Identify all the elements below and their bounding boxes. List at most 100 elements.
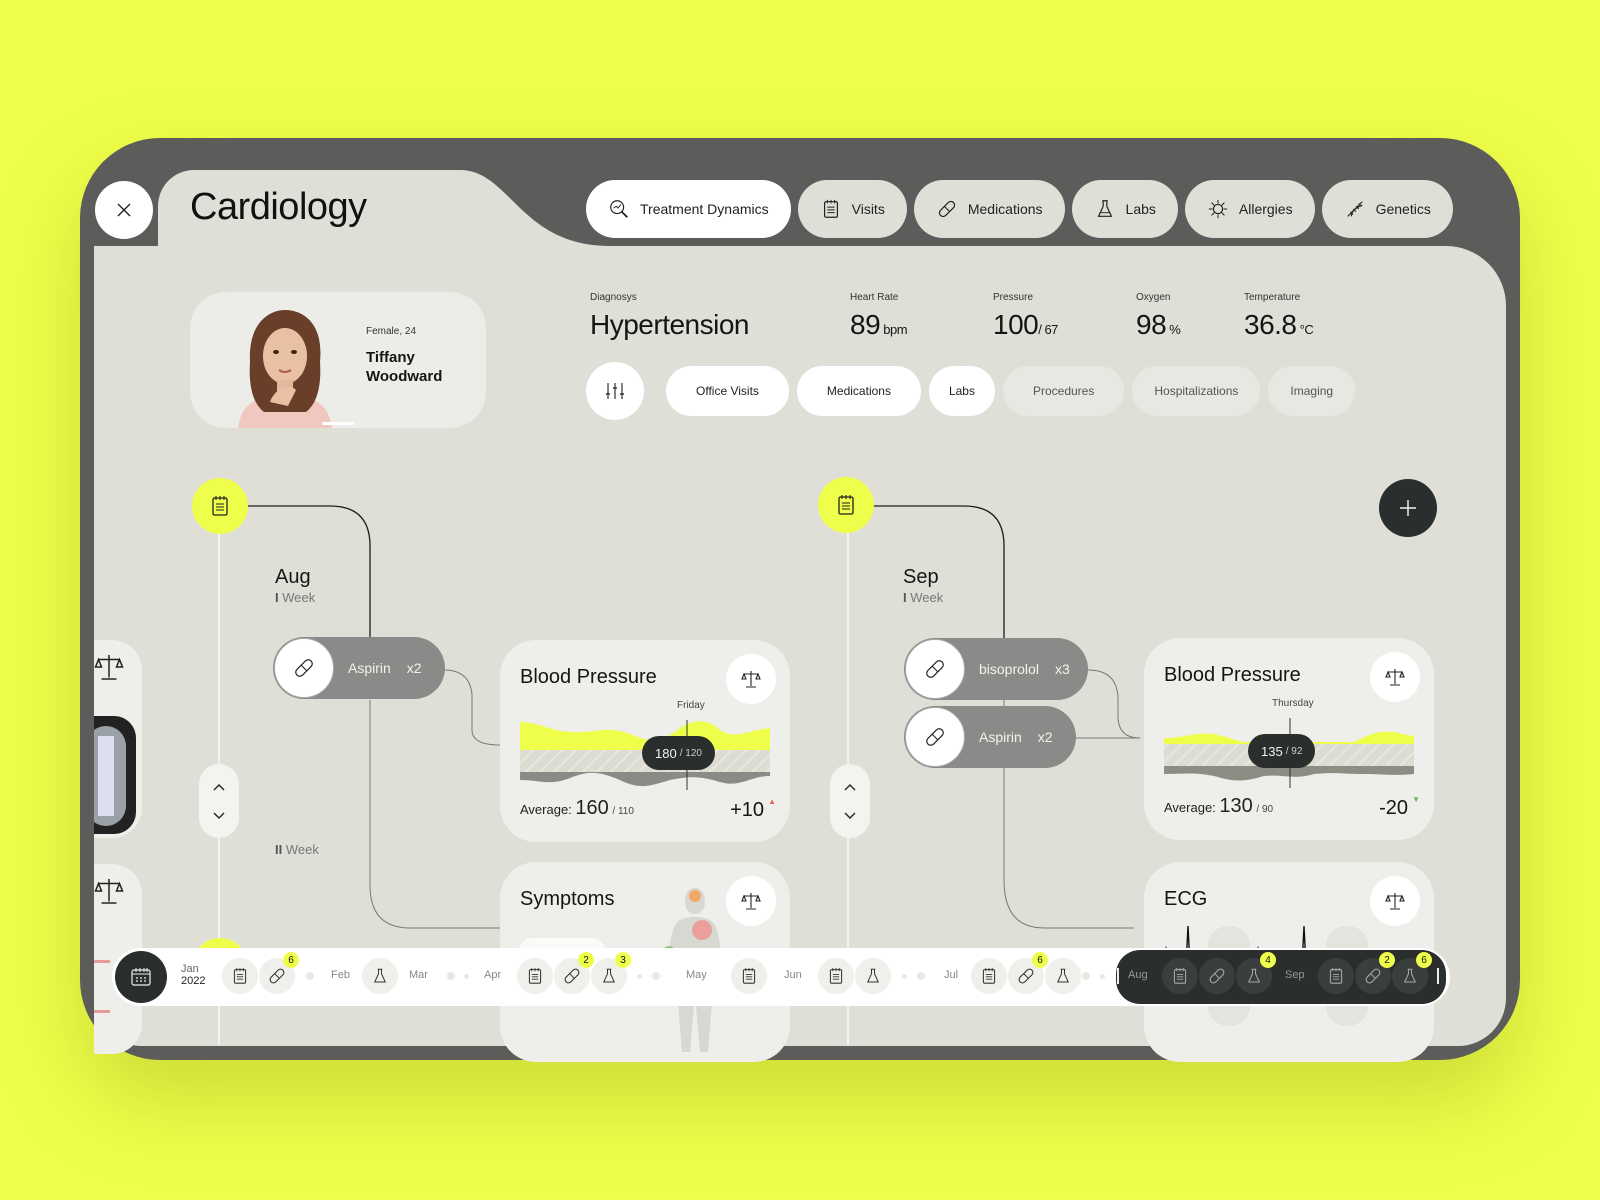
chip-imaging[interactable]: Imaging (1268, 366, 1356, 416)
compare-button[interactable] (1370, 876, 1420, 926)
card-title: Symptoms (520, 888, 615, 910)
flask-icon (1056, 968, 1070, 983)
navigator-month-aug[interactable]: Aug (1128, 969, 1148, 981)
week-scroller-aug[interactable] (199, 764, 239, 838)
chip-procedures[interactable]: Procedures (1002, 366, 1125, 416)
navigator-visit-may[interactable] (731, 958, 767, 994)
notepad-icon (233, 968, 247, 984)
range-handle-left[interactable] (1117, 968, 1119, 984)
navigator-visit-aug[interactable] (1162, 958, 1198, 994)
navigator-labs-sep[interactable]: 6 (1392, 952, 1432, 994)
compare-button[interactable] (1370, 652, 1420, 702)
average-label: Average: (1164, 800, 1216, 815)
navigator-labs-feb[interactable] (362, 958, 398, 994)
navigator-meds-sep[interactable]: 2 (1355, 952, 1395, 994)
visit-node-sep[interactable] (818, 477, 874, 533)
tab-label: Genetics (1375, 201, 1431, 217)
calendar-button[interactable] (115, 951, 167, 1003)
previous-imaging-card[interactable] (94, 640, 142, 838)
chevron-up-icon[interactable] (213, 783, 225, 791)
navigator-month-sep[interactable]: Sep (1285, 969, 1305, 981)
medication-pill-aspirin-sep[interactable]: Aspirin x2 (904, 706, 1076, 768)
navigator-meds-apr[interactable]: 2 (554, 952, 594, 994)
notepad-icon (212, 496, 228, 516)
medication-pill-aspirin-aug[interactable]: Aspirin x2 (273, 637, 445, 699)
navigator-visit-sep[interactable] (1318, 958, 1354, 994)
chip-hospitalizations[interactable]: Hospitalizations (1132, 366, 1261, 416)
tab-visits[interactable]: Visits (797, 180, 907, 238)
navigator-month-feb[interactable]: Feb (331, 969, 350, 981)
reading-diastolic: / 92 (1285, 745, 1303, 757)
navigator-visit-jan[interactable] (222, 958, 258, 994)
navigator-visit-jul[interactable] (971, 958, 1007, 994)
range-handle-right[interactable] (1437, 968, 1439, 984)
vital-value: 36.8 °C (1244, 309, 1314, 341)
add-event-button[interactable] (1379, 479, 1437, 537)
bp-reading-tooltip: 180/ 120 (642, 736, 715, 770)
patient-card[interactable]: Female, 24 Tiffany Woodward (190, 292, 486, 428)
carousel-indicator (322, 422, 354, 425)
pill-icon (1365, 968, 1381, 984)
chip-medications[interactable]: Medications (796, 366, 921, 416)
pill-icon (938, 200, 955, 218)
chip-labs[interactable]: Labs (928, 366, 995, 416)
symptom-marker-head[interactable] (689, 890, 701, 902)
medication-name: Aspirin (979, 729, 1022, 745)
count-badge: 2 (1379, 952, 1395, 968)
week-number: II (275, 842, 283, 857)
card-title: ECG (1164, 888, 1208, 910)
tab-labs[interactable]: Labs (1071, 180, 1178, 238)
blood-pressure-card-aug[interactable]: Blood Pressure Friday 180/ 120 Average: … (500, 640, 790, 842)
dna-icon (1346, 201, 1363, 217)
tab-allergies[interactable]: Allergies (1184, 180, 1315, 238)
tab-medications[interactable]: Medications (913, 180, 1065, 238)
card-title: Blood Pressure (1164, 664, 1301, 686)
compare-button[interactable] (726, 654, 776, 704)
filter-settings-button[interactable] (586, 362, 644, 420)
visit-node-aug[interactable] (192, 478, 248, 534)
navigator-labs-jul[interactable] (1045, 958, 1081, 994)
chevron-down-icon[interactable] (213, 812, 225, 820)
navigator-month-mar[interactable]: Mar (409, 969, 428, 981)
medication-name: Aspirin (348, 660, 391, 676)
tab-label: Labs (1125, 201, 1156, 217)
navigator-meds-jul[interactable]: 6 (1008, 952, 1048, 994)
navigator-visit-jun[interactable] (818, 958, 854, 994)
navigator-month-jul[interactable]: Jul (944, 969, 958, 981)
vital-label: Pressure (993, 292, 1034, 303)
pill-icon (269, 968, 285, 984)
diastolic-area (520, 772, 770, 787)
chevron-up-icon[interactable] (844, 783, 856, 791)
chevron-down-icon[interactable] (844, 812, 856, 820)
pill-icon (926, 660, 944, 678)
symptom-marker-chest[interactable] (692, 920, 712, 940)
navigator-labs-jun[interactable] (855, 958, 891, 994)
navigator-dot (1082, 972, 1090, 980)
close-icon (117, 203, 131, 217)
navigator-labs-aug[interactable]: 4 (1236, 952, 1276, 994)
vital-heart-rate: Heart Rate 89 bpm (850, 292, 908, 341)
vital-value: 98 % (1136, 309, 1181, 341)
medication-pill-bisoprolol[interactable]: bisoprolol x3 (904, 638, 1088, 700)
pressure-unit: / 67 (1038, 322, 1058, 337)
navigator-visit-apr[interactable] (517, 958, 553, 994)
navigator-meds-aug[interactable] (1199, 958, 1235, 994)
patient-name: Tiffany Woodward (366, 348, 442, 386)
tab-genetics[interactable]: Genetics (1321, 180, 1453, 238)
navigator-month-jun[interactable]: Jun (784, 969, 802, 981)
navigator-dot (306, 972, 314, 980)
chip-office-visits[interactable]: Office Visits (666, 366, 789, 416)
navigator-dot (447, 972, 455, 980)
vital-label: Oxygen (1136, 292, 1171, 303)
week-scroller-sep[interactable] (830, 764, 870, 838)
navigator-month-apr[interactable]: Apr (484, 969, 501, 981)
close-button[interactable] (95, 181, 153, 239)
navigator-month-may[interactable]: May (686, 969, 707, 981)
tab-treatment-dynamics[interactable]: Treatment Dynamics (586, 180, 791, 238)
navigator-labs-apr[interactable]: 3 (591, 952, 631, 994)
blood-pressure-card-sep[interactable]: Blood Pressure Thursday 135/ 92 Average:… (1144, 638, 1434, 840)
navigator-month-jan[interactable]: Jan 2022 (181, 963, 205, 987)
medication-count: x2 (406, 660, 422, 676)
count-badge: 4 (1260, 952, 1276, 968)
navigator-meds-jan[interactable]: 6 (259, 952, 299, 994)
